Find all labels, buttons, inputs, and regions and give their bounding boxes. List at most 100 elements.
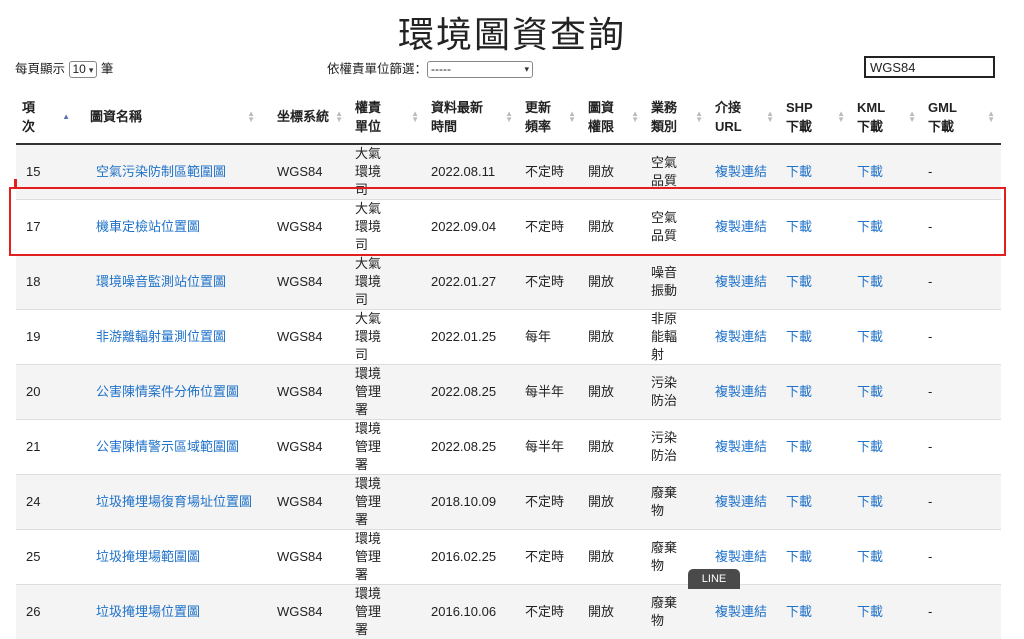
- cell-no-text: 26: [26, 603, 62, 621]
- table-row: 26垃圾掩埋場位置圖WGS84環境管理署2016.10.06不定時開放廢棄物複製…: [16, 585, 1001, 639]
- copy-link[interactable]: 複製連結: [715, 329, 767, 344]
- column-header-label: 圖資權限: [588, 98, 622, 136]
- cell-unit: 環境管理署: [349, 530, 425, 585]
- cell-freq-text: 不定時: [525, 163, 576, 181]
- cell-name: 環境噪音監測站位置圖: [68, 255, 261, 310]
- dataset-link[interactable]: 公害陳情案件分佈位置圖: [96, 384, 239, 399]
- cell-no-text: 25: [26, 548, 62, 566]
- kml-download-link[interactable]: 下載: [857, 494, 883, 509]
- kml-download-link[interactable]: 下載: [857, 549, 883, 564]
- cell-gml-text: -: [928, 493, 995, 511]
- dataset-link[interactable]: 垃圾掩埋場範圍圖: [96, 549, 200, 564]
- search-input[interactable]: WGS84: [864, 56, 995, 78]
- copy-link[interactable]: 複製連結: [715, 549, 767, 564]
- sort-icon: ▲▼: [568, 111, 576, 123]
- cell-date: 2016.10.06: [425, 585, 519, 639]
- column-header[interactable]: 權責單位▲▼: [349, 90, 425, 144]
- cell-url: 複製連結: [709, 144, 780, 200]
- cell-perm: 開放: [582, 310, 645, 365]
- cell-freq-text: 每半年: [525, 438, 576, 456]
- cell-kml: 下載: [851, 585, 922, 639]
- copy-link[interactable]: 複製連結: [715, 604, 767, 619]
- cell-no-text: 21: [26, 438, 62, 456]
- copy-link[interactable]: 複製連結: [715, 164, 767, 179]
- cell-unit: 環境管理署: [349, 365, 425, 420]
- sort-icon: ▲▼: [766, 111, 774, 123]
- cell-unit-text: 大氣環境司: [355, 200, 389, 254]
- cell-cat: 污染防治: [645, 420, 709, 475]
- column-header[interactable]: 更新頻率▲▼: [519, 90, 582, 144]
- shp-download-link[interactable]: 下載: [786, 329, 812, 344]
- dataset-link[interactable]: 機車定檢站位置圖: [96, 219, 200, 234]
- cell-gml-text: -: [928, 383, 995, 401]
- column-header[interactable]: SHP下載▲▼: [780, 90, 851, 144]
- dataset-link[interactable]: 非游離輻射量測位置圖: [96, 329, 226, 344]
- cell-kml: 下載: [851, 420, 922, 475]
- column-header[interactable]: 坐標系統▲▼: [261, 90, 349, 144]
- cell-perm-text: 開放: [588, 603, 639, 621]
- column-header[interactable]: 業務類別▲▼: [645, 90, 709, 144]
- shp-download-link[interactable]: 下載: [786, 549, 812, 564]
- kml-download-link[interactable]: 下載: [857, 384, 883, 399]
- cell-perm-text: 開放: [588, 273, 639, 291]
- cell-gml-text: -: [928, 438, 995, 456]
- column-header-label: 坐標系統: [267, 107, 343, 126]
- kml-download-link[interactable]: 下載: [857, 439, 883, 454]
- column-header-label: 圖資名稱: [74, 107, 255, 126]
- copy-link[interactable]: 複製連結: [715, 274, 767, 289]
- cell-perm-text: 開放: [588, 438, 639, 456]
- cell-perm-text: 開放: [588, 548, 639, 566]
- column-header[interactable]: 項次▲: [16, 90, 68, 144]
- dataset-link[interactable]: 垃圾掩埋場位置圖: [96, 604, 200, 619]
- cell-unit: 環境管理署: [349, 475, 425, 530]
- copy-link[interactable]: 複製連結: [715, 219, 767, 234]
- column-header[interactable]: 介接URL▲▼: [709, 90, 780, 144]
- cell-unit-text: 環境管理署: [355, 475, 389, 529]
- kml-download-link[interactable]: 下載: [857, 604, 883, 619]
- cell-perm-text: 開放: [588, 163, 639, 181]
- cell-no-text: 18: [26, 273, 62, 291]
- cell-date: 2022.09.04: [425, 200, 519, 255]
- copy-link[interactable]: 複製連結: [715, 494, 767, 509]
- sort-icon: ▲▼: [695, 111, 703, 123]
- cell-cat: 廢棄物: [645, 475, 709, 530]
- shp-download-link[interactable]: 下載: [786, 439, 812, 454]
- cell-freq-text: 不定時: [525, 273, 576, 291]
- shp-download-link[interactable]: 下載: [786, 494, 812, 509]
- kml-download-link[interactable]: 下載: [857, 164, 883, 179]
- cell-shp: 下載: [780, 200, 851, 255]
- column-header[interactable]: 資料最新時間▲▼: [425, 90, 519, 144]
- dataset-link[interactable]: 環境噪音監測站位置圖: [96, 274, 226, 289]
- cell-freq: 每半年: [519, 420, 582, 475]
- line-share-tab[interactable]: LINE: [688, 569, 740, 589]
- column-header[interactable]: KML下載▲▼: [851, 90, 922, 144]
- dataset-link[interactable]: 公害陳情警示區域範圍圖: [96, 439, 239, 454]
- column-header[interactable]: GML下載▲▼: [922, 90, 1001, 144]
- cell-freq: 不定時: [519, 144, 582, 200]
- shp-download-link[interactable]: 下載: [786, 604, 812, 619]
- copy-link[interactable]: 複製連結: [715, 384, 767, 399]
- copy-link[interactable]: 複製連結: [715, 439, 767, 454]
- dataset-link[interactable]: 空氣污染防制區範圍圖: [96, 164, 226, 179]
- unit-filter-select[interactable]: -----▾: [427, 61, 533, 78]
- shp-download-link[interactable]: 下載: [786, 384, 812, 399]
- kml-download-link[interactable]: 下載: [857, 329, 883, 344]
- column-header[interactable]: 圖資名稱▲▼: [68, 90, 261, 144]
- page-size-select[interactable]: 10▾: [69, 61, 98, 78]
- cell-freq: 每半年: [519, 365, 582, 420]
- cell-name: 公害陳情警示區域範圍圖: [68, 420, 261, 475]
- cell-freq-text: 每年: [525, 328, 576, 346]
- cell-no: 19: [16, 310, 68, 365]
- cell-freq: 不定時: [519, 530, 582, 585]
- shp-download-link[interactable]: 下載: [786, 274, 812, 289]
- kml-download-link[interactable]: 下載: [857, 219, 883, 234]
- cell-crs-text: WGS84: [277, 328, 343, 346]
- shp-download-link[interactable]: 下載: [786, 164, 812, 179]
- cell-date: 2016.02.25: [425, 530, 519, 585]
- dataset-link[interactable]: 垃圾掩埋場復育場址位置圖: [96, 494, 252, 509]
- shp-download-link[interactable]: 下載: [786, 219, 812, 234]
- cell-crs-text: WGS84: [277, 603, 343, 621]
- column-header[interactable]: 圖資權限▲▼: [582, 90, 645, 144]
- cell-date-text: 2022.01.25: [431, 328, 513, 346]
- kml-download-link[interactable]: 下載: [857, 274, 883, 289]
